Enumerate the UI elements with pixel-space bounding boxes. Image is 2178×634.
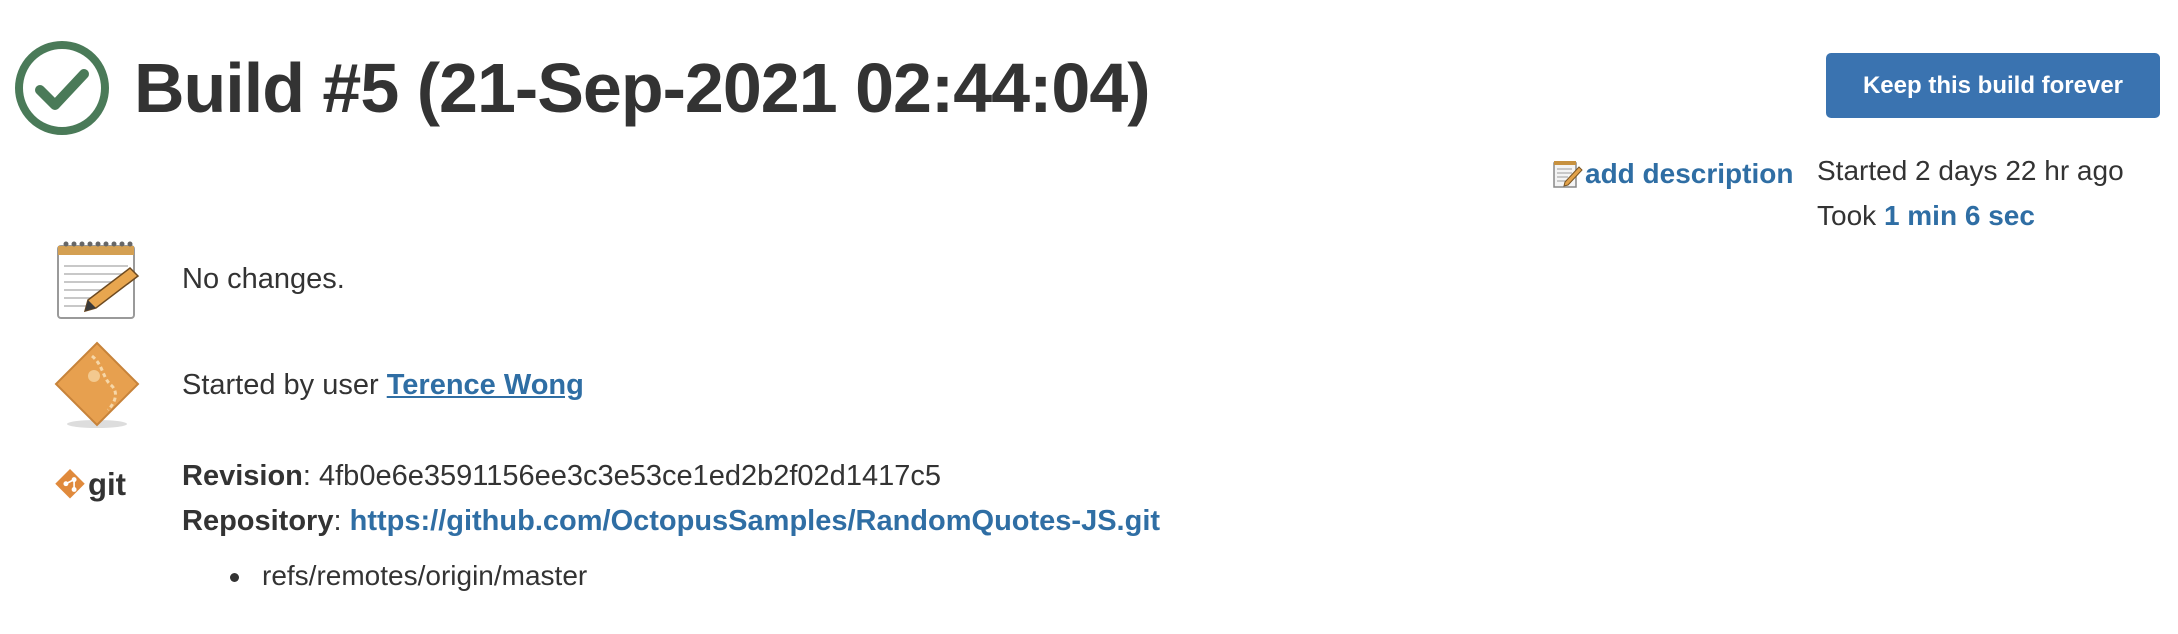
revision-line: Revision: 4fb0e6e3591156ee3c3e53ce1ed2b2… <box>182 460 941 492</box>
started-by-text: Started by user Terence Wong <box>182 369 584 402</box>
success-check-icon <box>15 41 109 135</box>
page-title: Build #5 (21-Sep-2021 02:44:04) <box>134 49 1151 127</box>
user-diamond-icon <box>54 341 140 428</box>
revision-value: 4fb0e6e3591156ee3c3e53ce1ed2b2f02d1417c5 <box>319 460 941 492</box>
git-logo-text: git <box>88 467 126 502</box>
build-info: Started 2 days 22 hr ago Took 1 min 6 se… <box>1817 148 2124 238</box>
revision-label: Revision <box>182 460 303 492</box>
git-logo-icon: git <box>55 467 126 502</box>
duration-line: Took 1 min 6 sec <box>1817 193 2124 238</box>
changes-icon-box <box>52 234 142 324</box>
no-changes-text: No changes. <box>182 262 345 295</box>
notepad-icon <box>57 241 140 319</box>
git-row: git Revision: 4fb0e6e3591156ee3c3e53ce1e… <box>52 452 1160 544</box>
build-header: Build #5 (21-Sep-2021 02:44:04) <box>14 40 1151 136</box>
branch-list: refs/remotes/origin/master <box>222 560 587 592</box>
started-time: Started 2 days 22 hr ago <box>1817 155 2124 186</box>
add-description-link[interactable]: add description <box>1585 158 1793 190</box>
build-duration-link[interactable]: 1 min 6 sec <box>1884 200 2035 231</box>
git-details: Revision: 4fb0e6e3591156ee3c3e53ce1ed2b2… <box>182 454 1160 544</box>
started-by-label: Started by user <box>182 368 387 401</box>
branch-item: refs/remotes/origin/master <box>222 560 587 592</box>
took-label: Took <box>1817 200 1884 231</box>
changes-row: No changes. <box>52 234 345 324</box>
repository-label: Repository <box>182 505 334 537</box>
repository-link[interactable]: https://github.com/OctopusSamples/Random… <box>350 505 1160 537</box>
git-icon-box: git <box>52 452 142 522</box>
add-description[interactable]: add description <box>1551 158 1793 190</box>
notepad-edit-icon <box>1553 161 1583 188</box>
repository-line: Repository: https://github.com/OctopusSa… <box>182 505 1161 537</box>
user-icon-box <box>52 340 142 430</box>
keep-build-forever-button[interactable]: Keep this build forever <box>1826 53 2160 118</box>
user-link[interactable]: Terence Wong <box>387 369 584 401</box>
cause-row: Started by user Terence Wong <box>52 340 584 430</box>
